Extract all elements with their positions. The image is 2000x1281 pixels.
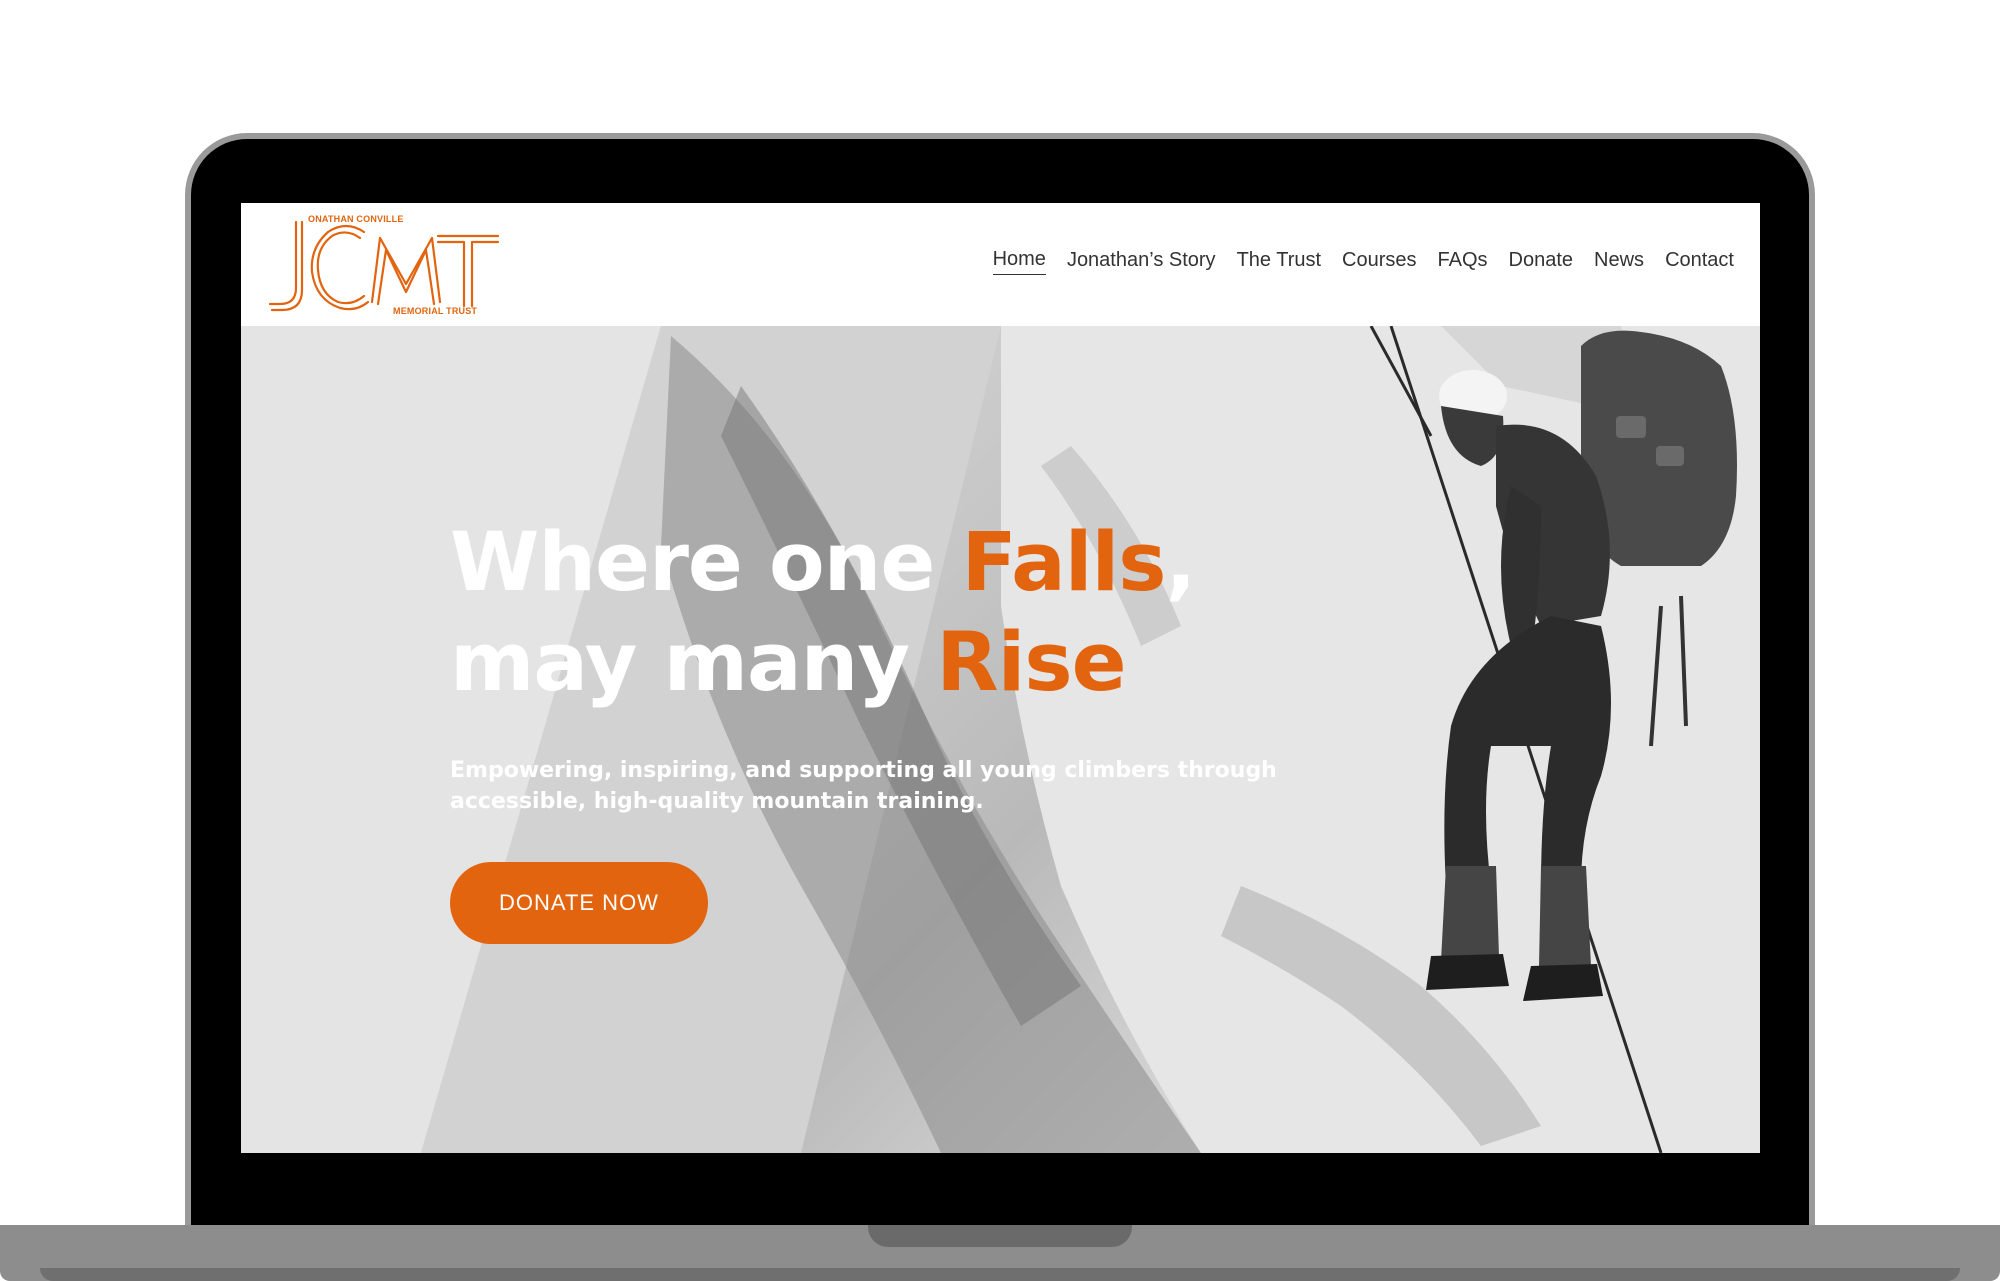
nav-item-jonathans-story[interactable]: Jonathan’s Story (1067, 249, 1216, 275)
jcmt-logo-mark-icon (268, 220, 500, 312)
hero-section: Where one Falls, may many Rise Empowerin… (241, 326, 1760, 1153)
hero-title-line2-prefix: may many (450, 616, 937, 710)
laptop-notch (868, 1225, 1132, 1247)
hero-climber-photo (241, 326, 1760, 1153)
hero-title-accent-rise: Rise (936, 616, 1126, 710)
nav-item-courses[interactable]: Courses (1342, 249, 1416, 275)
main-nav: Home Jonathan’s Story The Trust Courses … (992, 248, 1734, 275)
nav-item-contact[interactable]: Contact (1665, 249, 1734, 275)
nav-item-donate[interactable]: Donate (1509, 249, 1574, 275)
hero-title: Where one Falls, may many Rise (450, 513, 1196, 713)
jcmt-logo[interactable]: ONATHAN CONVILLE MEMORIAL TRUST (268, 208, 500, 320)
nav-item-faqs[interactable]: FAQs (1438, 249, 1488, 275)
nav-item-the-trust[interactable]: The Trust (1237, 249, 1321, 275)
donate-now-button[interactable]: DONATE NOW (450, 862, 708, 944)
mockup-stage: ONATHAN CONVILLE MEMORIAL TRUST Home Jon… (0, 0, 2000, 1281)
hero-title-line1-suffix: , (1165, 516, 1196, 610)
logo-bottom-text: MEMORIAL TRUST (393, 306, 478, 316)
laptop-screen: ONATHAN CONVILLE MEMORIAL TRUST Home Jon… (241, 203, 1760, 1153)
logo-top-text: ONATHAN CONVILLE (308, 214, 404, 224)
nav-item-news[interactable]: News (1594, 249, 1644, 275)
laptop-base-shadow (40, 1268, 1960, 1281)
hero-subtitle: Empowering, inspiring, and supporting al… (450, 758, 1277, 814)
hero-title-line1-prefix: Where one (450, 516, 962, 610)
nav-item-home[interactable]: Home (992, 248, 1046, 275)
hero-title-accent-falls: Falls (961, 516, 1166, 610)
site-header: ONATHAN CONVILLE MEMORIAL TRUST Home Jon… (241, 203, 1760, 326)
